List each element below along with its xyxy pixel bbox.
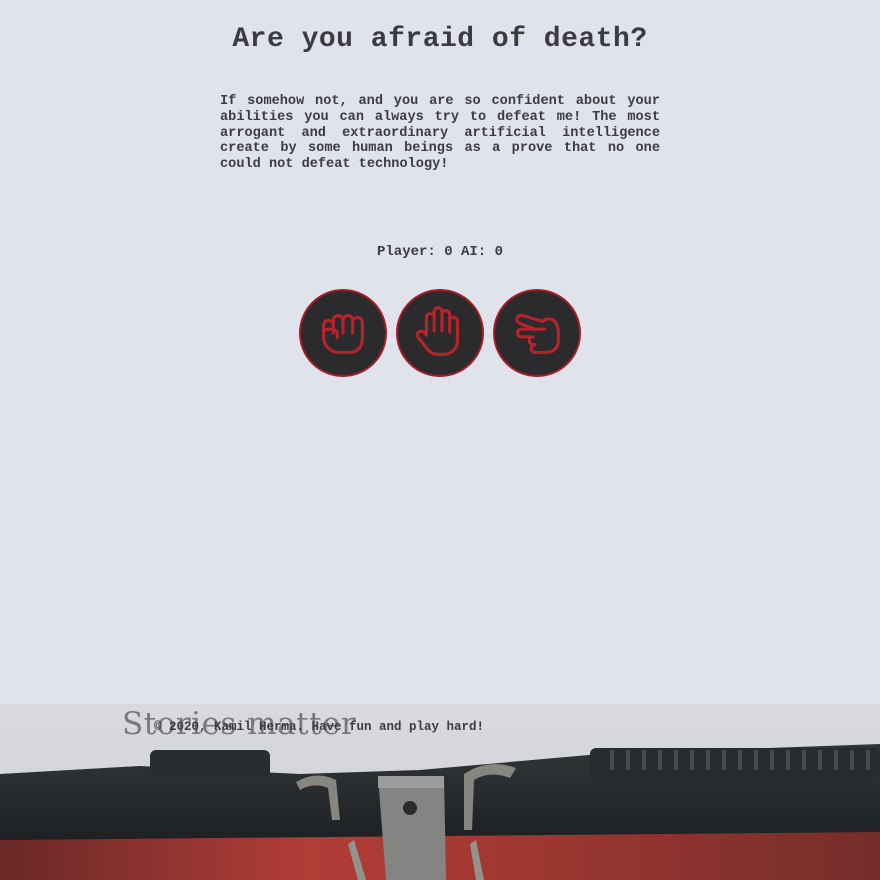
page-title: Are you afraid of death? — [232, 24, 648, 55]
hand-paper-icon — [415, 306, 459, 356]
scissors-button[interactable] — [493, 289, 581, 377]
intro-text: If somehow not, and you are so confident… — [220, 94, 660, 173]
hand-rock-icon — [322, 314, 364, 354]
hand-scissors-icon — [515, 313, 560, 354]
rock-button[interactable] — [299, 289, 387, 377]
score-display: Player: 0 AI: 0 — [376, 244, 504, 260]
choice-buttons — [299, 289, 581, 377]
paper-button[interactable] — [396, 289, 484, 377]
copyright-text: © 2020, Kamil Herma. Have fun and play h… — [154, 720, 485, 734]
